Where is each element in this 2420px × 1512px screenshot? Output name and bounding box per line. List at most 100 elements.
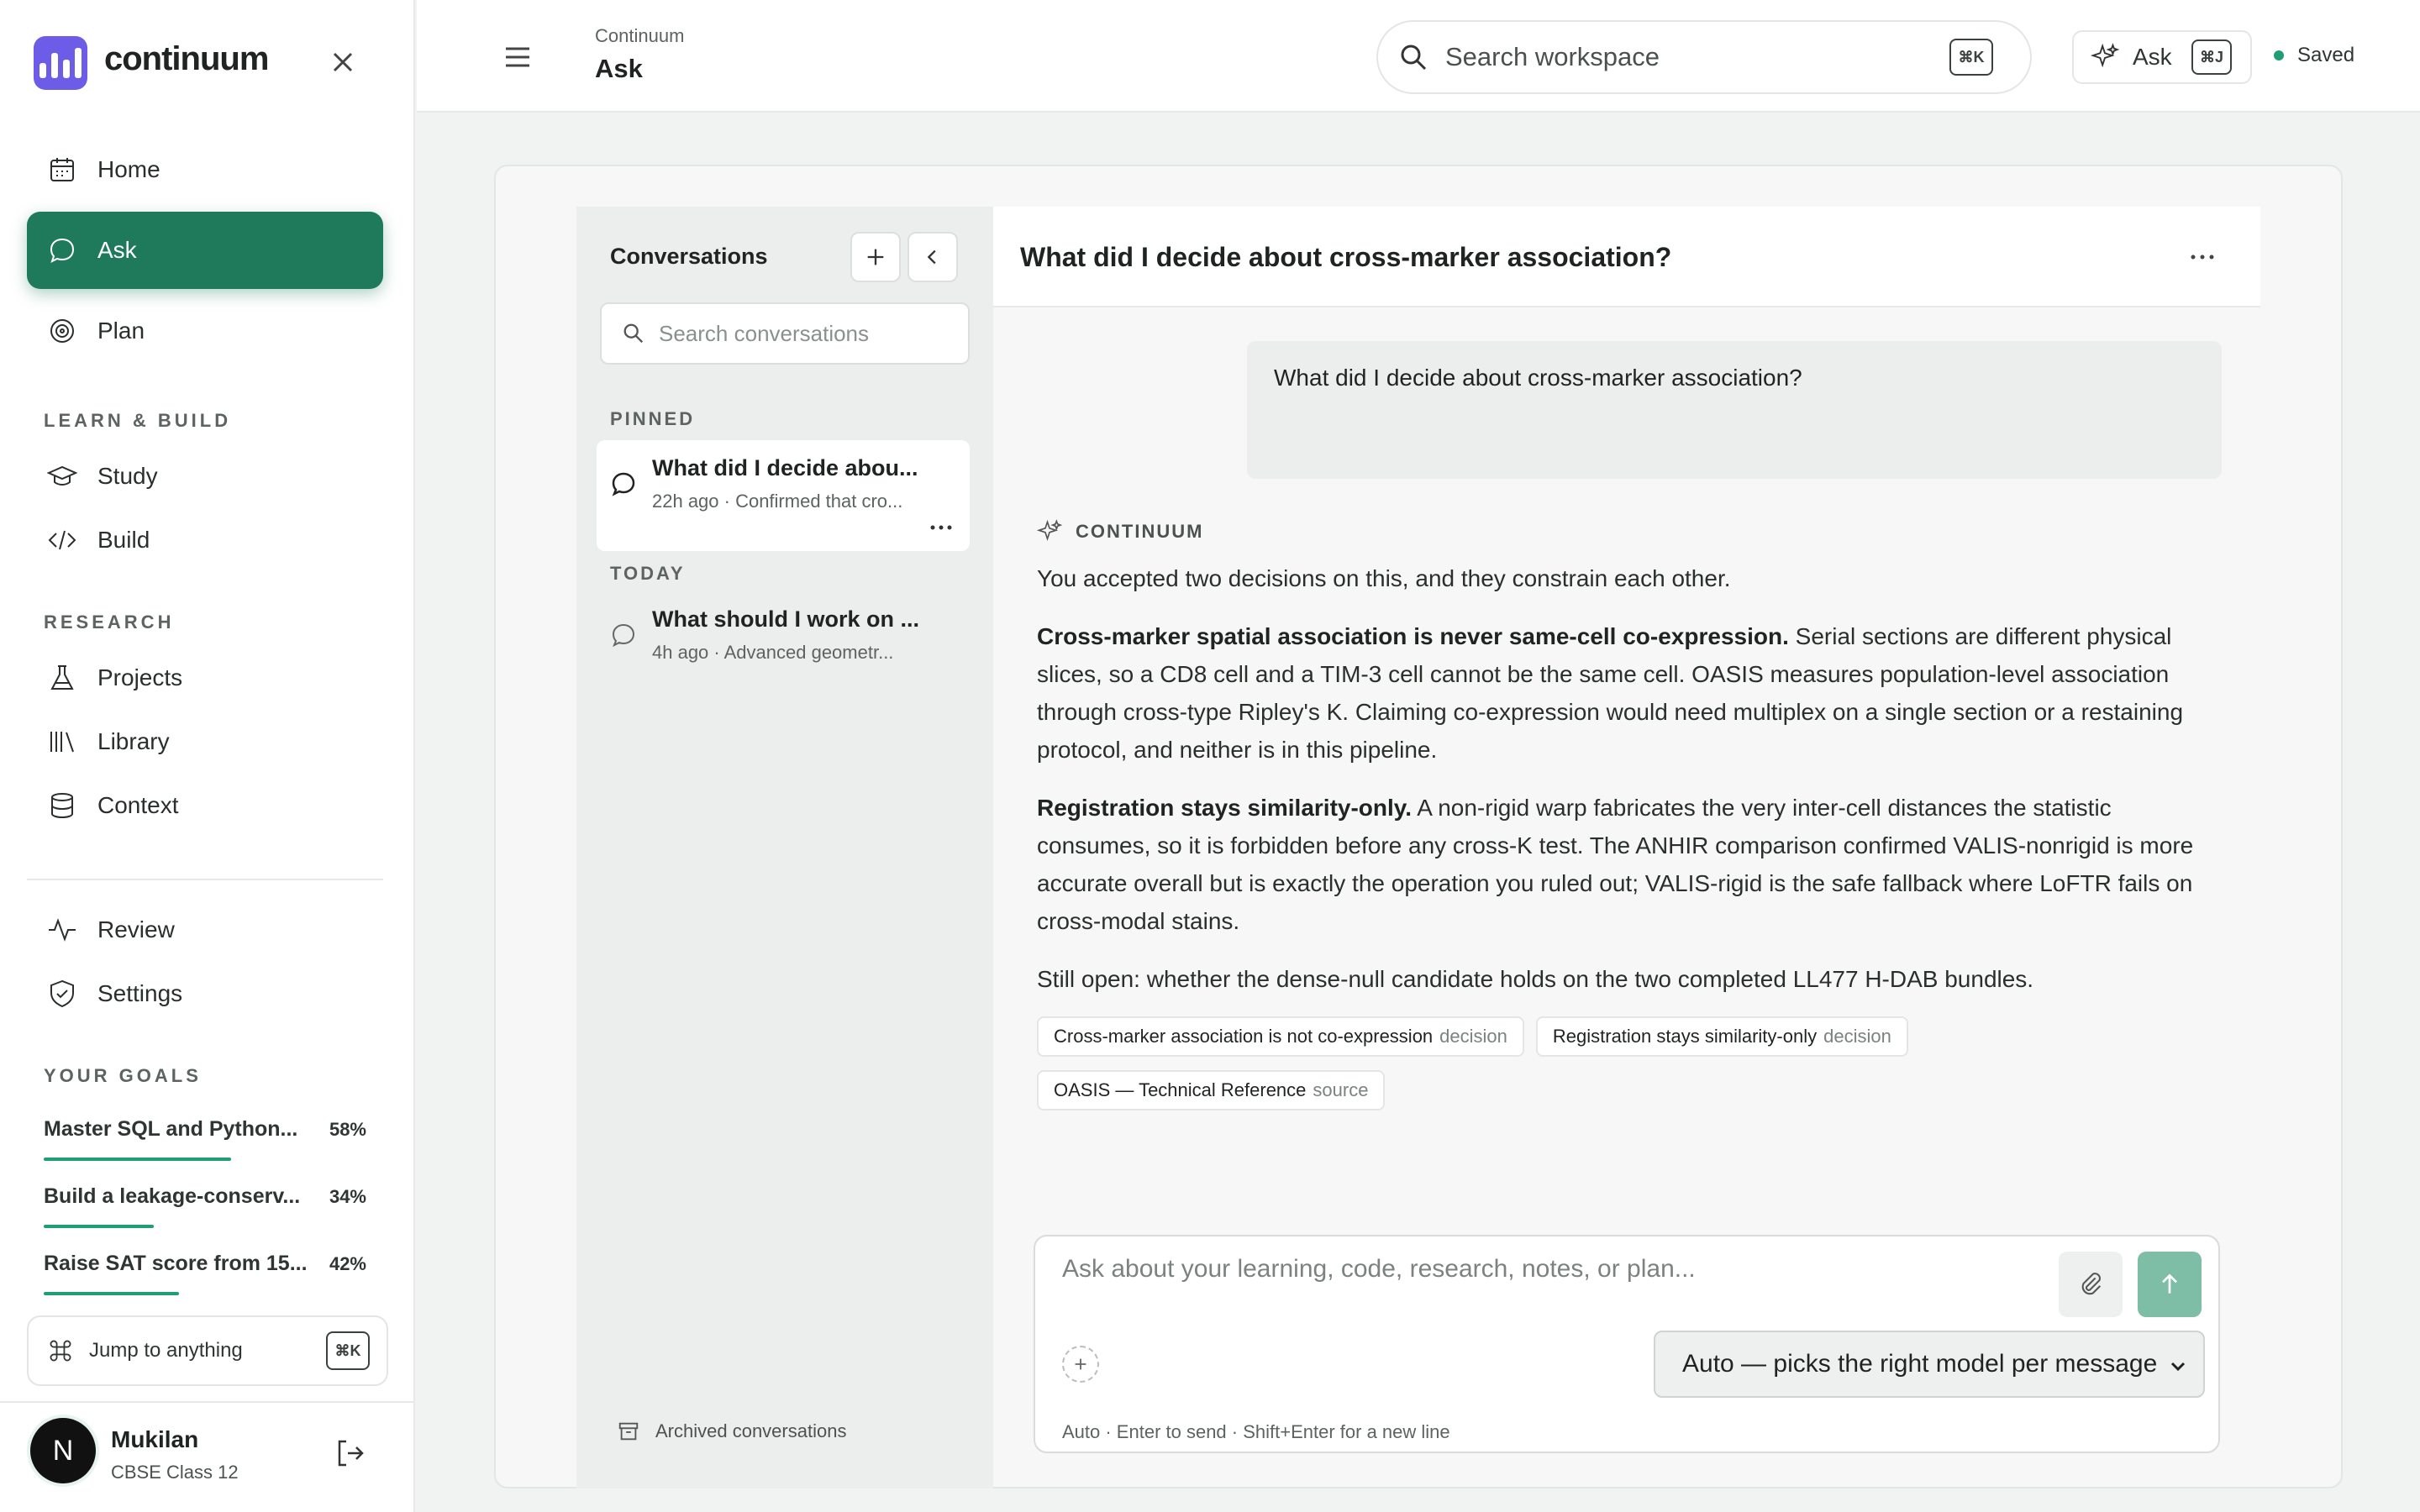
jump-shortcut: ⌘K xyxy=(326,1331,370,1370)
conversations-panel: Conversations Search conversations PINNE… xyxy=(576,207,993,1488)
answer-open-question: Still open: whether the dense-null candi… xyxy=(1037,966,2034,992)
goal-percent: 34% xyxy=(329,1186,366,1207)
database-icon xyxy=(51,793,73,819)
goal-item[interactable]: Raise SAT score from 15... 42% xyxy=(44,1252,366,1295)
composer-placeholder[interactable]: Ask about your learning, code, research,… xyxy=(1062,1255,1696,1284)
brand-name: continuum xyxy=(104,40,269,77)
answer-bold: Cross-marker spatial association is neve… xyxy=(1037,623,1789,649)
ask-button-label: Ask xyxy=(2133,44,2172,70)
conversation-item[interactable]: What should I work on ... 4h ago · Advan… xyxy=(597,591,970,702)
flask-icon xyxy=(50,665,74,690)
answer-bold: Registration stays similarity-only. xyxy=(1037,795,1413,821)
chip-label: Registration stays similarity-only xyxy=(1552,1026,1818,1047)
goal-progress-bar xyxy=(44,1292,180,1295)
sparkle-icon xyxy=(2091,43,2119,68)
workspace-search-input[interactable]: Search workspace ⌘K xyxy=(1376,20,2032,94)
model-select[interactable]: Auto — picks the right model per message xyxy=(1654,1331,2205,1398)
nav-ask[interactable]: Ask xyxy=(27,212,383,289)
search-icon xyxy=(623,323,644,344)
assistant-name: CONTINUUM xyxy=(1076,521,1204,542)
reference-chip[interactable]: Cross-marker association is not co-expre… xyxy=(1037,1016,1524,1057)
goal-progress-bar xyxy=(44,1158,231,1161)
chevron-down-icon xyxy=(2170,1362,2186,1372)
chip-label: OASIS — Technical Reference xyxy=(1054,1079,1307,1100)
nav-context-label: Context xyxy=(97,792,179,818)
new-conversation-button[interactable] xyxy=(850,232,901,282)
saved-dot-icon xyxy=(2274,50,2284,60)
conversation-snippet: 4h ago · Advanced geometr... xyxy=(652,642,894,663)
nav-context[interactable]: Context xyxy=(27,774,383,837)
goal-title: Master SQL and Python... xyxy=(44,1117,298,1141)
goal-item[interactable]: Master SQL and Python... 58% xyxy=(44,1117,366,1161)
library-icon xyxy=(50,732,74,753)
save-status: Saved xyxy=(2274,44,2354,67)
user-message: What did I decide about cross-marker ass… xyxy=(1247,341,2222,479)
close-icon[interactable] xyxy=(326,45,360,79)
chevron-left-icon xyxy=(927,249,936,265)
nav-projects[interactable]: Projects xyxy=(27,647,383,709)
collapse-panel-button[interactable] xyxy=(908,232,958,282)
group-pinned: PINNED xyxy=(610,408,696,429)
nav-study[interactable]: Study xyxy=(27,445,383,507)
goal-percent: 58% xyxy=(329,1119,366,1140)
chip-kind: decision xyxy=(1439,1026,1507,1047)
conversation-snippet: 22h ago · Confirmed that cro... xyxy=(652,491,903,512)
graduation-cap-icon xyxy=(47,465,77,486)
chat-bubble-icon xyxy=(612,623,635,648)
reference-chips: Cross-marker association is not co-expre… xyxy=(1037,1016,2213,1124)
conversation-item[interactable]: What did I decide abou... 22h ago · Conf… xyxy=(597,440,970,551)
nav-plan[interactable]: Plan xyxy=(27,292,383,370)
nav-library[interactable]: Library xyxy=(27,711,383,773)
sidebar: continuum Home Ask Plan LEARN & BUILD St… xyxy=(0,0,415,1512)
conversation-title: What did I decide abou... xyxy=(652,455,918,480)
plus-icon xyxy=(867,249,884,265)
chat-header: What did I decide about cross-marker ass… xyxy=(993,207,2260,307)
section-learn-build: LEARN & BUILD xyxy=(44,410,232,431)
plus-icon xyxy=(1075,1358,1086,1370)
conversation-search-input[interactable]: Search conversations xyxy=(600,302,970,365)
top-bar: Continuum Ask Search workspace ⌘K Ask ⌘J… xyxy=(417,0,2420,113)
nav-study-label: Study xyxy=(97,463,158,489)
archived-conversations-link[interactable]: Archived conversations xyxy=(617,1420,846,1443)
command-icon xyxy=(50,1340,71,1362)
code-icon xyxy=(48,530,76,550)
assistant-role-label: CONTINUUM xyxy=(1037,519,1203,544)
composer-hint: Auto · Enter to send · Shift+Enter for a… xyxy=(1062,1421,1450,1442)
chip-label: Cross-marker association is not co-expre… xyxy=(1054,1026,1434,1047)
breadcrumb[interactable]: Continuum xyxy=(595,25,684,47)
archived-label: Archived conversations xyxy=(655,1420,847,1441)
logout-icon[interactable] xyxy=(333,1436,366,1470)
hamburger-menu-icon[interactable] xyxy=(501,40,534,74)
ask-button[interactable]: Ask ⌘J xyxy=(2072,30,2252,84)
nav-library-label: Library xyxy=(97,728,170,754)
nav-home[interactable]: Home xyxy=(27,131,383,208)
message-composer[interactable]: Ask about your learning, code, research,… xyxy=(1034,1235,2220,1453)
nav-build[interactable]: Build xyxy=(27,509,383,571)
send-button[interactable] xyxy=(2138,1252,2202,1317)
add-context-button[interactable] xyxy=(1062,1346,1099,1383)
answer-paragraph: Cross-marker spatial association is neve… xyxy=(1037,617,2222,769)
archive-icon xyxy=(618,1422,639,1441)
goal-progress-bar xyxy=(44,1225,154,1228)
attach-button[interactable] xyxy=(2059,1252,2123,1317)
avatar[interactable]: N xyxy=(30,1418,96,1483)
activity-icon xyxy=(49,918,76,942)
nav-review[interactable]: Review xyxy=(27,899,383,961)
conversation-title: What should I work on ... xyxy=(652,606,919,632)
target-icon xyxy=(50,319,74,343)
search-placeholder: Search workspace xyxy=(1445,42,1660,71)
goal-item[interactable]: Build a leakage-conserv... 34% xyxy=(44,1184,366,1228)
jump-to-anything-button[interactable]: Jump to anything ⌘K xyxy=(27,1315,388,1386)
more-options-icon[interactable] xyxy=(929,524,953,531)
reference-chip[interactable]: OASIS — Technical Reference source xyxy=(1037,1070,1386,1110)
chip-kind: decision xyxy=(1823,1026,1891,1047)
conversation-search-placeholder: Search conversations xyxy=(659,320,870,346)
shield-icon xyxy=(50,979,74,1008)
paperclip-icon xyxy=(2081,1273,2102,1295)
nav-ask-label: Ask xyxy=(97,237,137,263)
nav-settings-label: Settings xyxy=(97,980,183,1006)
reference-chip[interactable]: Registration stays similarity-only decisi… xyxy=(1535,1016,1908,1057)
goal-title: Build a leakage-conserv... xyxy=(44,1184,301,1208)
more-options-icon[interactable] xyxy=(2190,254,2215,260)
nav-settings[interactable]: Settings xyxy=(27,963,383,1025)
